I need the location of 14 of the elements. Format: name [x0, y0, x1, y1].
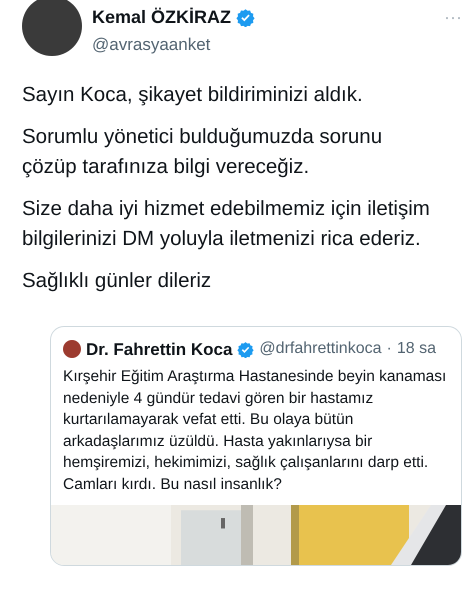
timestamp: 18 sa	[396, 339, 436, 360]
author-handle[interactable]: @avrasyaanket	[92, 32, 444, 58]
separator-dot: ·	[386, 339, 392, 360]
quoted-author-name: Dr. Fahrettin Koca	[86, 338, 232, 360]
quoted-tweet-text: Kırşehir Eğitim Araştırma Hastanesinde beyin kanaması nedeniyle 4 gündür tedavi gören bir hastamız kurtarılamayarak vefat etti. Bu olaya bütün arkadaşlarımız üzüldü. Hasta yakınlarıysa bir hemşiremizi, hekimimizi, sağlık çalışanlarını darp etti. Camları kırdı. Bu nasıl insanlık?	[62, 367, 448, 494]
avatar[interactable]	[22, 0, 82, 56]
author-name[interactable]: Kemal ÖZKİRAZ	[92, 4, 232, 31]
tweet-paragraph: Sağlıklı günler dileriz	[22, 268, 212, 294]
quoted-author-handle: @drfahrettinkoca	[259, 339, 382, 360]
tweet-paragraph: Sayın Koca, şikayet bildiriminizi aldık.	[22, 82, 364, 108]
avatar	[63, 340, 81, 358]
quoted-tweet-card[interactable]	[50, 326, 462, 566]
tweet-paragraph: Sorumlu yönetici bulduğumuzda sorunu çözüp tarafınıza bilgi vereceğiz.	[22, 124, 384, 180]
tweet-paragraph: Size daha iyi hizmet edebilmemiz için iletişim bilgilerinizi DM yoluyla iletmenizi rica ederiz.	[22, 196, 431, 252]
